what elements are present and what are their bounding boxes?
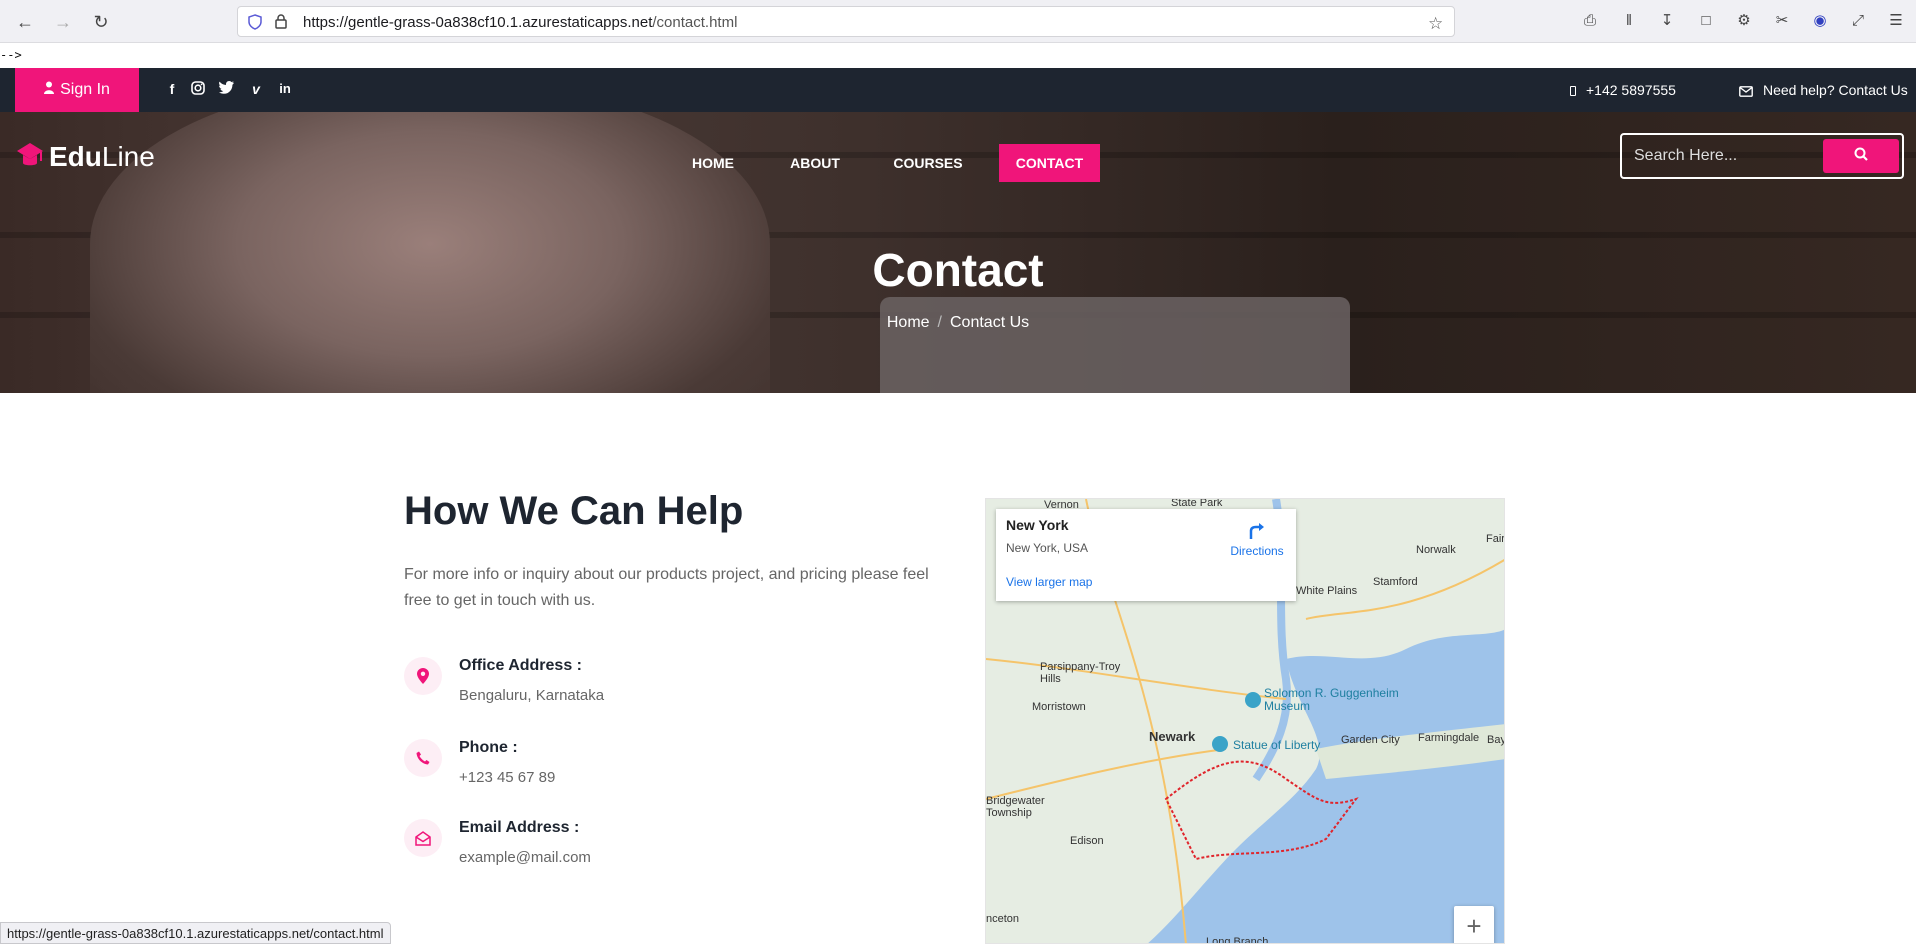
url-text[interactable]: https://gentle-grass-0a838cf10.1.azurest… [303, 14, 737, 31]
map-info-card: New York New York, USA View larger map D… [996, 509, 1296, 601]
star-icon[interactable]: ☆ [1428, 14, 1443, 34]
map-label: Farmingdale [1418, 732, 1480, 744]
search-button[interactable] [1823, 139, 1899, 173]
back-icon[interactable]: ← [12, 9, 38, 35]
map-label: Long Branch [1206, 936, 1269, 944]
phone-info: +142 5897555 [1570, 82, 1676, 98]
directions-icon [1222, 521, 1292, 544]
office-address-item: Office Address : Bengaluru, Karnataka [404, 657, 904, 717]
map-label: Fair [1486, 533, 1505, 545]
vimeo-icon[interactable]: v [247, 81, 265, 97]
logo-text: EduLine [49, 141, 155, 172]
view-larger-map-link[interactable]: View larger map [1006, 575, 1092, 589]
search-icon [1854, 147, 1868, 166]
gear-icon[interactable]: ⚙ [1734, 11, 1754, 31]
lock-icon[interactable] [275, 14, 287, 32]
map-label: State Park [1171, 498, 1223, 509]
logo[interactable]: EduLine [15, 137, 155, 177]
location-pin-icon [404, 657, 442, 695]
download-icon[interactable]: ↧ [1657, 11, 1677, 31]
instagram-icon[interactable] [189, 81, 207, 98]
map-embed[interactable]: Vernon State Park Norwalk Stamford White… [985, 498, 1505, 944]
map-label: Newark [1149, 729, 1196, 744]
map-label: Norwalk [1416, 544, 1456, 556]
map-label: White Plains [1296, 585, 1358, 597]
sign-in-button[interactable]: Sign In [15, 68, 139, 112]
phone-icon [404, 739, 442, 777]
breadcrumb-home[interactable]: Home [887, 314, 930, 331]
zoom-in-button[interactable]: + [1454, 906, 1494, 943]
map-label: Edison [1070, 835, 1104, 847]
map-label: Bay [1487, 734, 1505, 746]
info-value[interactable]: +123 45 67 89 [459, 769, 555, 786]
pocket-icon[interactable]: ⎙ [1580, 11, 1600, 31]
info-value: Bengaluru, Karnataka [459, 687, 605, 704]
email-item: Email Address : example@mail.com [404, 819, 904, 879]
reload-icon[interactable]: ↻ [88, 9, 114, 35]
forward-icon[interactable]: → [50, 9, 76, 35]
search-box [1620, 133, 1904, 179]
browser-toolbar: ← → ↻ https://gentle-grass-0a838cf10.1.a… [0, 0, 1916, 43]
breadcrumb: Home / Contact Us [0, 314, 1916, 332]
nav-contact[interactable]: CONTACT [999, 144, 1100, 182]
map-label: Stamford [1373, 576, 1418, 588]
extension-icon[interactable]: ◉ [1810, 11, 1830, 31]
map-label: Bridgewater Township [986, 795, 1045, 819]
map-label: Statue of Liberty [1233, 738, 1321, 752]
phone-item: Phone : +123 45 67 89 [404, 739, 904, 799]
info-label: Email Address : [459, 819, 580, 836]
screenshot-icon[interactable]: ✂ [1772, 11, 1792, 31]
map-label: nceton [986, 913, 1020, 925]
info-label: Phone : [459, 739, 518, 756]
nav-courses[interactable]: COURSES [888, 144, 968, 182]
facebook-icon[interactable]: f [163, 81, 181, 97]
info-value[interactable]: example@mail.com [459, 849, 591, 866]
fullscreen-icon[interactable]: ⤢ [1848, 11, 1868, 31]
hero-laptop-image [880, 297, 1350, 393]
top-bar: Sign In f v in +142 5897555 Need help? C… [0, 68, 1916, 112]
graduation-cap-icon [15, 139, 45, 176]
map-place-address: New York, USA [1006, 541, 1089, 555]
directions-button[interactable]: Directions [1222, 521, 1292, 558]
user-icon [44, 81, 55, 99]
folder-icon[interactable]: □ [1696, 11, 1716, 31]
status-bar-url: https://gentle-grass-0a838cf10.1.azurest… [0, 922, 391, 944]
breadcrumb-current: Contact Us [950, 314, 1030, 331]
library-icon[interactable]: ‖ [1619, 11, 1639, 31]
envelope-open-icon [404, 819, 442, 857]
shield-icon[interactable] [248, 14, 262, 33]
menu-icon[interactable]: ☰ [1886, 11, 1906, 31]
map-label: Parsippany-Troy Hills [1040, 661, 1121, 685]
nav-about[interactable]: ABOUT [785, 144, 845, 182]
map-place-name: New York [1006, 517, 1069, 533]
twitter-icon[interactable] [217, 81, 235, 97]
stray-comment-text: --> [0, 48, 22, 62]
envelope-icon [1739, 84, 1753, 100]
breadcrumb-separator: / [937, 314, 942, 331]
mobile-icon [1570, 86, 1576, 96]
map-label: Garden City [1341, 734, 1400, 746]
map-label: Solomon R. Guggenheim Museum [1264, 686, 1399, 713]
page-title: Contact [872, 244, 1044, 296]
search-input[interactable] [1634, 143, 1819, 169]
section-title: How We Can Help [404, 489, 744, 533]
nav-home[interactable]: HOME [680, 144, 746, 182]
hero-banner: EduLine HOME ABOUT COURSES CONTACT Conta… [0, 112, 1916, 393]
map-label: Morristown [1032, 701, 1086, 713]
info-label: Office Address : [459, 657, 582, 674]
section-description: For more info or inquiry about our produ… [404, 566, 929, 609]
url-bar[interactable]: https://gentle-grass-0a838cf10.1.azurest… [237, 6, 1455, 37]
help-info[interactable]: Need help? Contact Us [1739, 82, 1908, 100]
linkedin-icon[interactable]: in [276, 81, 294, 96]
